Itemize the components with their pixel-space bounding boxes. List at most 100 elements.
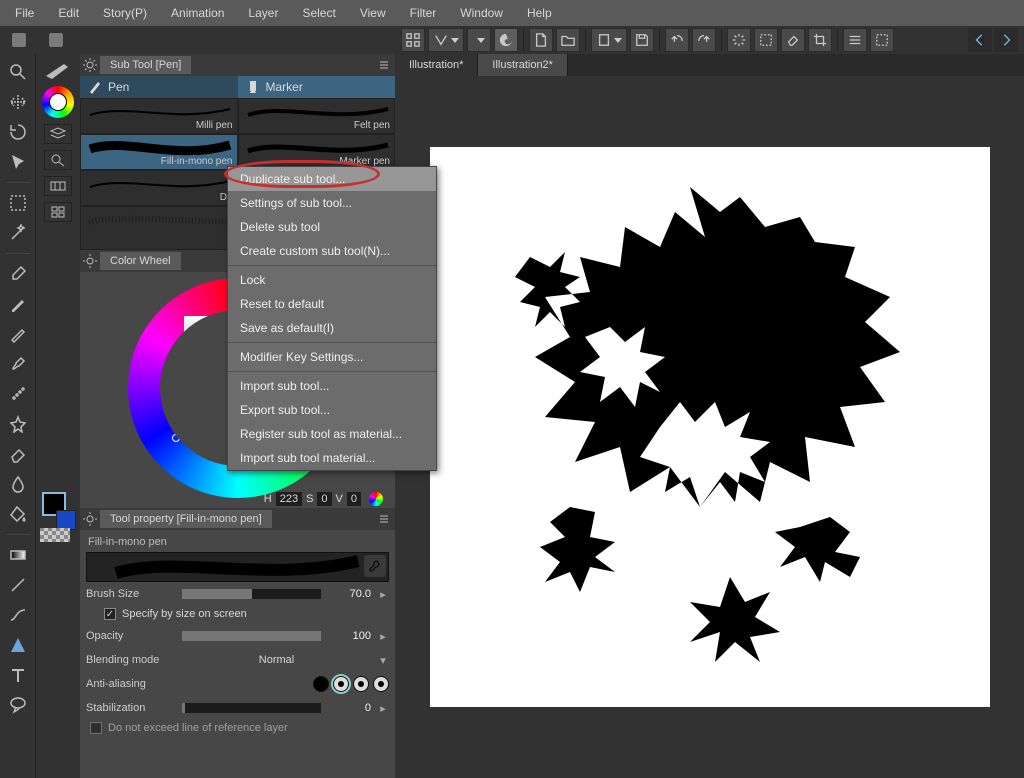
ctx-duplicate-sub-tool[interactable]: Duplicate sub tool... (228, 167, 436, 191)
dropdown-button[interactable] (467, 28, 491, 52)
stepper-icon[interactable]: ▸ (377, 588, 389, 601)
move-tool-icon[interactable] (6, 90, 30, 114)
dne-row[interactable]: Do not exceed line of reference layer (86, 720, 389, 738)
crop-button[interactable] (808, 28, 832, 52)
balloon-tool-icon[interactable] (6, 693, 30, 717)
doc-tab[interactable]: Illustration* (395, 54, 478, 76)
dock-toggle-right-icon[interactable] (49, 33, 63, 47)
sub-tool-detail-button[interactable] (364, 555, 386, 577)
text-tool-icon[interactable] (6, 663, 30, 687)
subtool-de[interactable]: De (80, 170, 238, 206)
aa-options[interactable] (313, 676, 389, 692)
gradient-tool-icon[interactable] (6, 543, 30, 567)
canvas-viewport[interactable] (395, 76, 1024, 778)
ctx-register-sub-tool-as-material[interactable]: Register sub tool as material... (228, 422, 436, 446)
airbrush-tool-icon[interactable] (6, 382, 30, 406)
brush-tool-icon[interactable] (6, 352, 30, 376)
stabilization-value[interactable]: 0 (327, 702, 371, 714)
prev-nav-button[interactable] (968, 28, 992, 52)
stepper-icon[interactable]: ▸ (377, 702, 389, 715)
subtool-fill-in-mono-pen[interactable]: Fill-in-mono pen (80, 134, 238, 170)
layer-palette-icon[interactable] (44, 124, 72, 144)
next-nav-button[interactable] (994, 28, 1018, 52)
menu-file[interactable]: File (4, 2, 45, 24)
save-button[interactable] (630, 28, 654, 52)
stabilization-slider[interactable] (182, 703, 321, 713)
stepper-icon[interactable]: ▸ (377, 630, 389, 643)
erase-button[interactable] (781, 28, 805, 52)
new-file-button[interactable] (529, 28, 553, 52)
marquee-tool-icon[interactable] (6, 191, 30, 215)
aa-strong-icon[interactable] (373, 676, 389, 692)
color-swatches[interactable] (40, 492, 76, 544)
blend-tool-icon[interactable] (6, 472, 30, 496)
brush-size-value[interactable]: 70.0 (327, 588, 371, 600)
pen-tool-icon[interactable] (6, 292, 30, 316)
menu-edit[interactable]: Edit (47, 2, 90, 24)
aa-medium-icon[interactable] (353, 676, 369, 692)
brush-dropdown-button[interactable] (428, 28, 464, 52)
menu-storyp[interactable]: Story(P) (92, 2, 158, 24)
material-button[interactable] (494, 28, 518, 52)
transparent-swatch[interactable] (40, 528, 70, 542)
grid-view-button[interactable] (401, 28, 425, 52)
specify-by-size-row[interactable]: Specify by size on screen (86, 606, 389, 624)
ctx-reset-to-default[interactable]: Reset to default (228, 292, 436, 316)
selection-tool-icon[interactable] (6, 150, 30, 174)
menu-filter[interactable]: Filter (399, 2, 448, 24)
ctx-delete-sub-tool[interactable]: Delete sub tool (228, 215, 436, 239)
v-value[interactable]: 0 (347, 492, 361, 506)
selection-button[interactable] (754, 28, 778, 52)
wand-tool-icon[interactable] (6, 221, 30, 245)
sub-tool-tab[interactable]: Sub Tool [Pen] (100, 56, 191, 74)
subtool-marker-pen[interactable]: Marker pen (238, 134, 396, 170)
undo-button[interactable] (665, 28, 689, 52)
figure-tool-icon[interactable] (6, 633, 30, 657)
timeline-icon[interactable] (44, 176, 72, 196)
background-swatch[interactable] (56, 510, 76, 530)
ctx-import-sub-tool-material[interactable]: Import sub tool material... (228, 446, 436, 470)
tab-pen[interactable]: Pen (80, 76, 238, 98)
ctx-settings-of-sub-tool[interactable]: Settings of sub tool... (228, 191, 436, 215)
redo-button[interactable] (692, 28, 716, 52)
tool-property-tab[interactable]: Tool property [Fill-in-mono pen] (100, 510, 272, 528)
sv-handle[interactable] (172, 434, 180, 442)
line-tool-icon[interactable] (6, 573, 30, 597)
ctx-save-as-default-i[interactable]: Save as default(I) (228, 316, 436, 340)
transform-button[interactable] (727, 28, 751, 52)
ctx-lock[interactable]: Lock (228, 268, 436, 292)
ctx-modifier-key-settings[interactable]: Modifier Key Settings... (228, 345, 436, 369)
tab-marker[interactable]: Marker (238, 76, 396, 98)
frames-icon[interactable] (44, 202, 72, 222)
eraser-tool-icon[interactable] (6, 442, 30, 466)
ctx-create-custom-sub-tool-n[interactable]: Create custom sub tool(N)... (228, 239, 436, 263)
subtool-milli-pen[interactable]: Milli pen (80, 98, 238, 134)
zoom-tool-icon[interactable] (6, 60, 30, 84)
subtool-felt-pen[interactable]: Felt pen (238, 98, 396, 134)
h-value[interactable]: 223 (276, 492, 302, 506)
opacity-slider[interactable] (182, 631, 321, 641)
specify-by-size-checkbox[interactable] (104, 608, 116, 620)
grid-toggle-button[interactable] (870, 28, 894, 52)
blending-value[interactable]: Normal (182, 654, 371, 666)
color-mode-icon[interactable] (369, 492, 383, 506)
menu-select[interactable]: Select (291, 2, 346, 24)
ctx-export-sub-tool[interactable]: Export sub tool... (228, 398, 436, 422)
color-wheel-icon[interactable] (42, 86, 74, 118)
menu-animation[interactable]: Animation (160, 2, 235, 24)
curve-tool-icon[interactable] (6, 603, 30, 627)
dne-checkbox[interactable] (90, 722, 102, 734)
rotate-tool-icon[interactable] (6, 120, 30, 144)
pencil-tool-icon[interactable] (6, 322, 30, 346)
aa-none-icon[interactable] (313, 676, 329, 692)
ctx-import-sub-tool[interactable]: Import sub tool... (228, 374, 436, 398)
color-wheel-tab[interactable]: Color Wheel (100, 252, 181, 270)
brush-size-slider[interactable] (182, 589, 321, 599)
opacity-value[interactable]: 100 (327, 630, 371, 642)
page-dropdown-button[interactable] (591, 28, 627, 52)
menu-layer[interactable]: Layer (237, 2, 289, 24)
gear-icon[interactable] (82, 57, 98, 73)
open-file-button[interactable] (556, 28, 580, 52)
search-mini-icon[interactable] (44, 150, 72, 170)
canvas[interactable] (430, 147, 990, 707)
